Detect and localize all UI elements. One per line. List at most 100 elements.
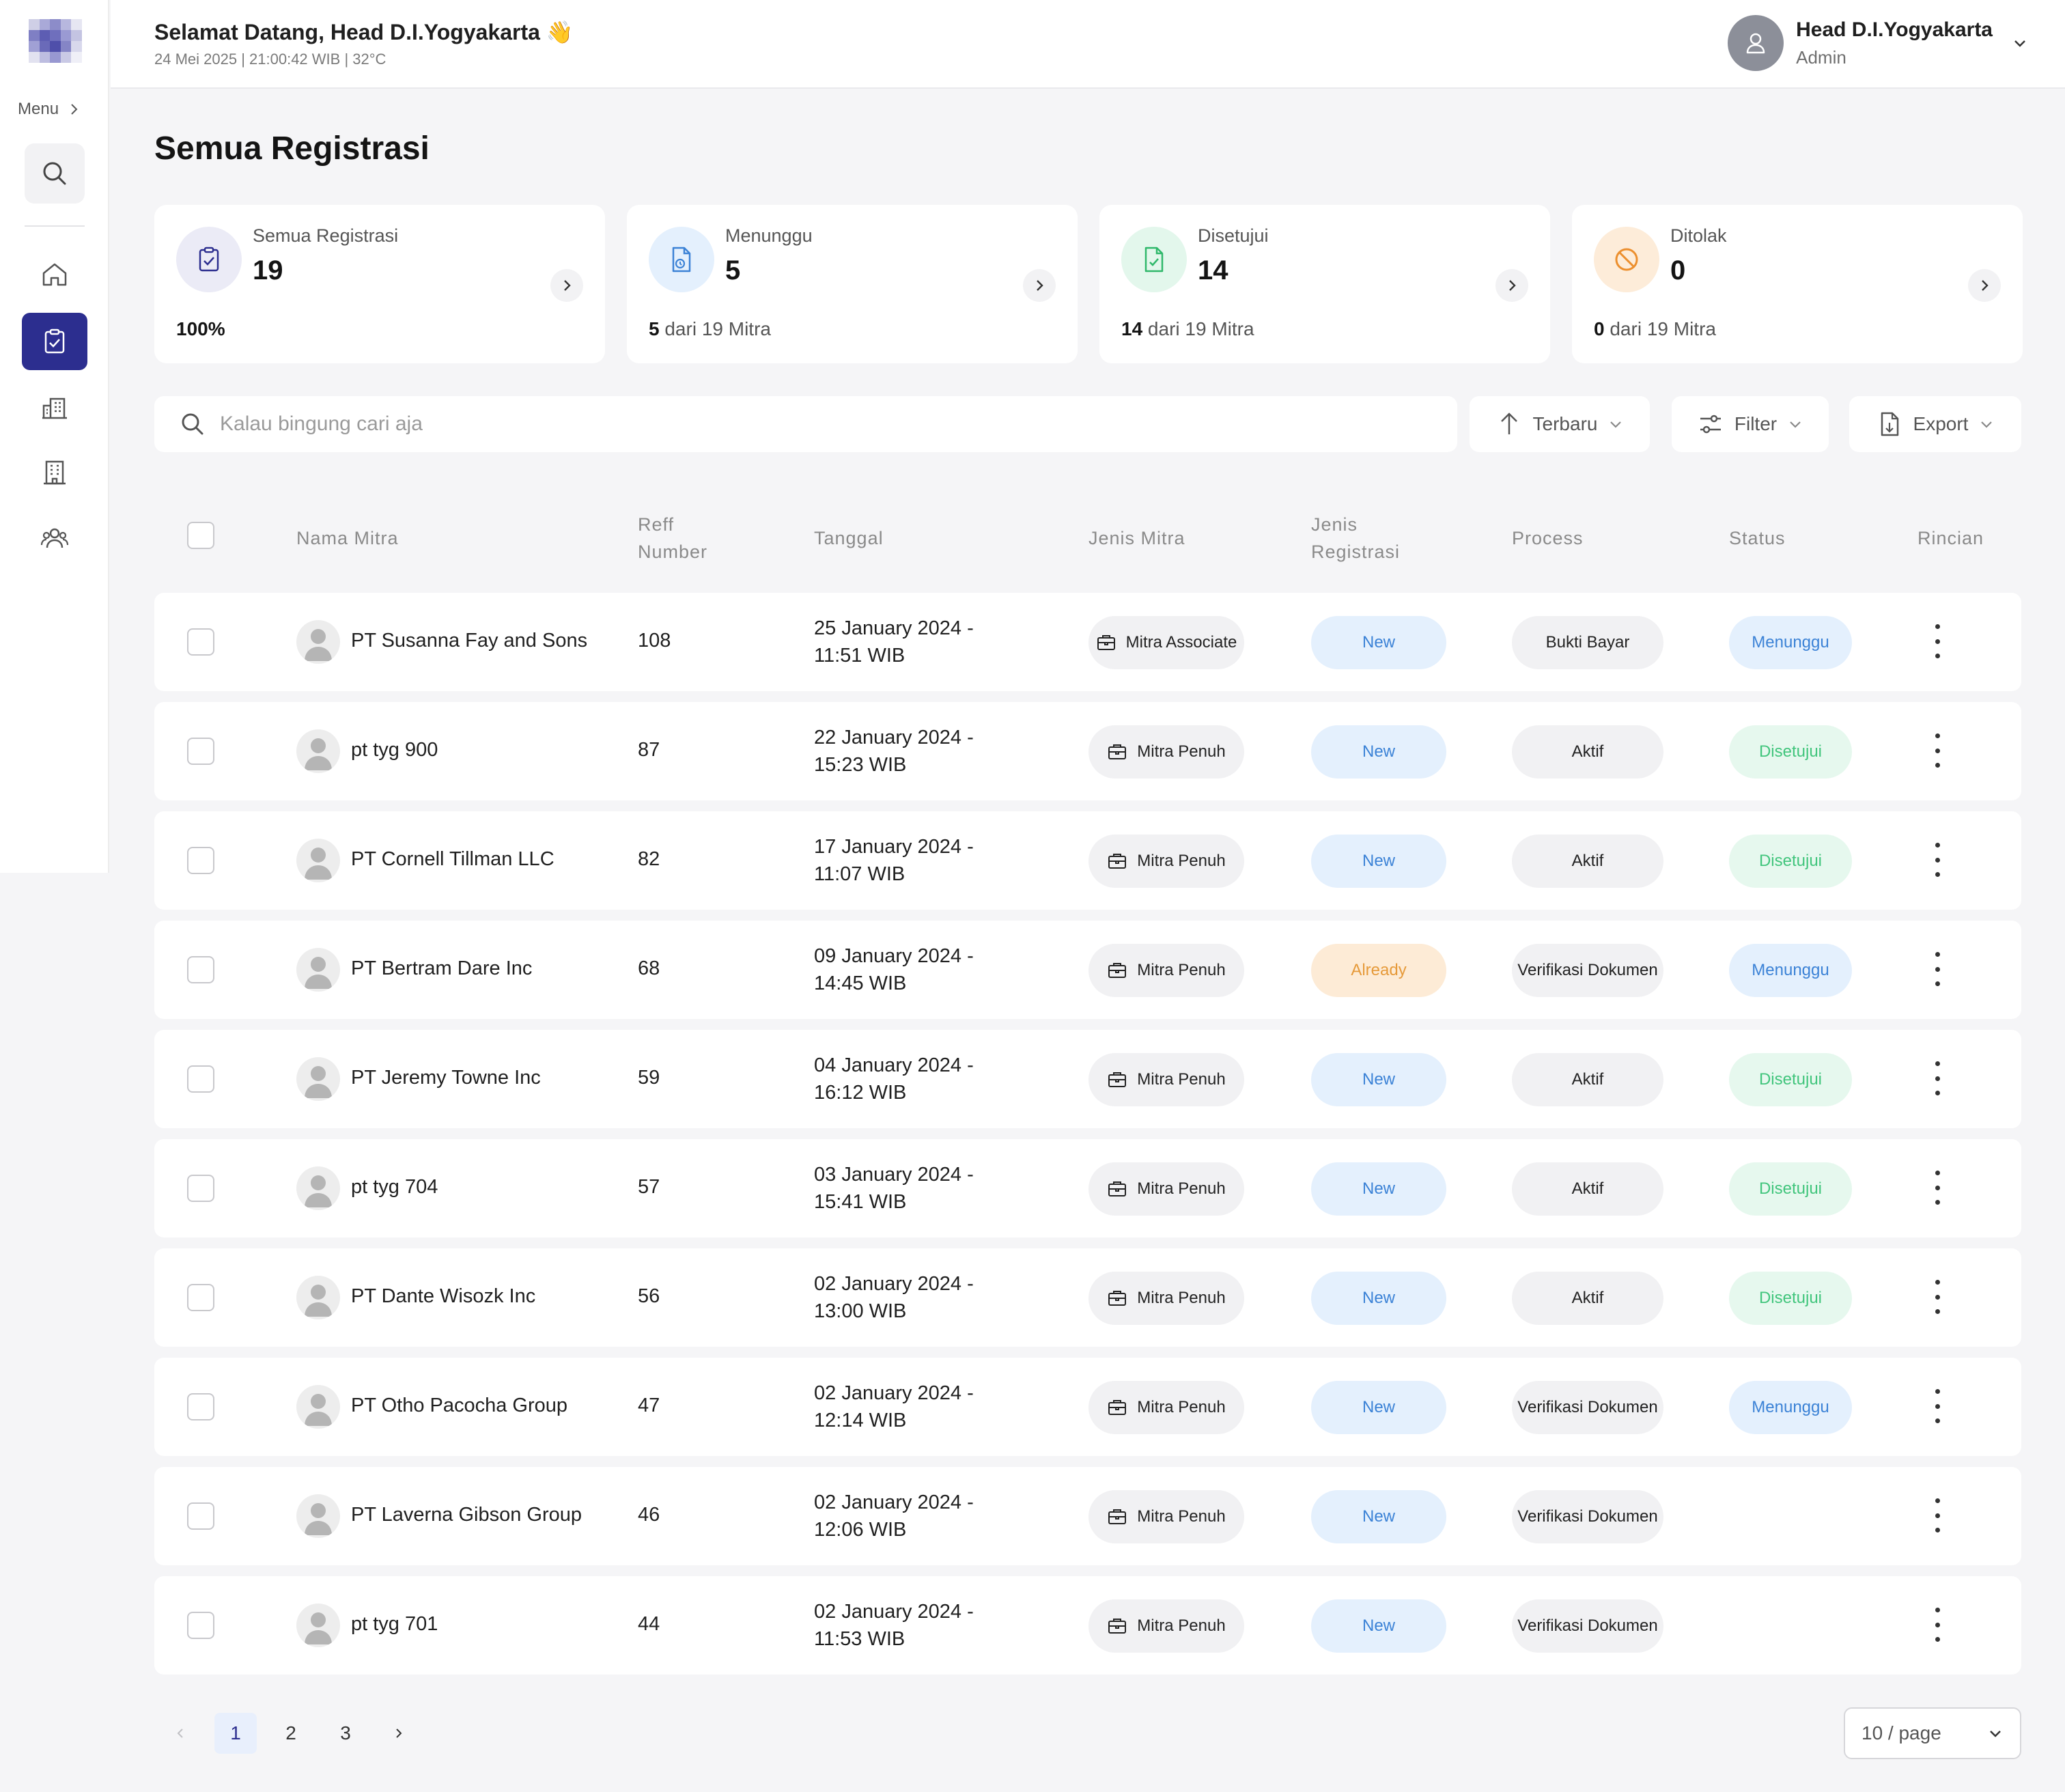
stat-label: Menunggu [725, 225, 813, 246]
row-checkbox[interactable] [187, 738, 214, 765]
user-avatar-icon [305, 848, 332, 880]
row-checkbox[interactable] [187, 1175, 214, 1202]
sidebar-item-home[interactable] [25, 244, 85, 305]
header-nama-mitra[interactable]: Nama Mitra [296, 524, 399, 552]
more-actions-icon[interactable] [1927, 1498, 1948, 1532]
mitra-name: PT Cornell Tillman LLC [351, 848, 554, 870]
header-jenis-registrasi[interactable]: Jenis Registrasi [1311, 511, 1400, 565]
header-jenis-mitra[interactable]: Jenis Mitra [1088, 524, 1185, 552]
chevron-left-icon [177, 1728, 183, 1738]
row-checkbox[interactable] [187, 1612, 214, 1639]
avatar [296, 1276, 340, 1319]
table-row[interactable]: PT Susanna Fay and Sons 108 25 January 2… [154, 593, 2021, 691]
row-checkbox[interactable] [187, 628, 214, 656]
header-reff-number[interactable]: Reff Number [638, 511, 707, 565]
stat-footnote: 100% [176, 318, 225, 340]
sidebar-item-office[interactable] [25, 443, 85, 503]
more-actions-icon[interactable] [1927, 1061, 1948, 1095]
stat-foot-count: 0 [1594, 318, 1605, 339]
date-line: 02 January 2024 - [814, 1382, 974, 1404]
sidebar: Menu [0, 0, 109, 873]
row-checkbox[interactable] [187, 1502, 214, 1530]
row-checkbox[interactable] [187, 956, 214, 983]
process-badge: Aktif [1512, 725, 1663, 779]
header-jenis-line1: Jenis [1311, 514, 1358, 535]
stat-card-ditolak[interactable]: Ditolak 0 0 dari 19 Mitra [1572, 205, 2023, 363]
menu-toggle[interactable]: Menu [18, 100, 81, 119]
table-row[interactable]: PT Dante Wisozk Inc 56 02 January 2024 -… [154, 1248, 2021, 1347]
jenis-registrasi-badge: New [1311, 1490, 1446, 1543]
app-logo[interactable] [29, 19, 82, 63]
row-checkbox[interactable] [187, 1065, 214, 1093]
stat-card-semua-registrasi[interactable]: Semua Registrasi 19 100% [154, 205, 605, 363]
table-row[interactable]: pt tyg 701 44 02 January 2024 - 11:53 WI… [154, 1576, 2021, 1675]
pagination-next[interactable] [387, 1713, 411, 1754]
row-checkbox[interactable] [187, 1393, 214, 1420]
pagination-prev[interactable] [168, 1713, 193, 1754]
filter-label: Filter [1734, 413, 1778, 434]
stat-label: Disetujui [1198, 225, 1269, 246]
sidebar-item-search[interactable] [25, 143, 85, 204]
table-row[interactable]: pt tyg 900 87 22 January 2024 - 15:23 WI… [154, 702, 2021, 800]
header-tanggal[interactable]: Tanggal [814, 524, 884, 552]
logo-tile [71, 52, 82, 63]
stat-detail-button[interactable] [550, 269, 583, 302]
jenis-registrasi-badge: New [1311, 1599, 1446, 1653]
table-row[interactable]: pt tyg 704 57 03 January 2024 - 15:41 WI… [154, 1139, 2021, 1237]
table-row[interactable]: PT Jeremy Towne Inc 59 04 January 2024 -… [154, 1030, 2021, 1128]
select-all-checkbox[interactable] [187, 522, 214, 549]
filter-button[interactable]: Filter [1672, 396, 1829, 452]
briefcase-icon [1108, 1072, 1127, 1087]
reff-number: 108 [638, 630, 671, 652]
stat-detail-button[interactable] [1023, 269, 1056, 302]
avatar [296, 1166, 340, 1210]
pagination-page-1[interactable]: 1 [214, 1713, 257, 1754]
sidebar-item-registrasi[interactable] [22, 313, 87, 370]
jenis-mitra-badge: Mitra Penuh [1088, 835, 1244, 888]
chevron-down-icon[interactable] [2010, 33, 2029, 53]
stat-card-menunggu[interactable]: Menunggu 5 5 dari 19 Mitra [627, 205, 1078, 363]
row-checkbox[interactable] [187, 1284, 214, 1311]
table-row[interactable]: PT Bertram Dare Inc 68 09 January 2024 -… [154, 921, 2021, 1019]
search-bar[interactable] [154, 396, 1457, 452]
chevron-right-icon [564, 280, 571, 291]
more-actions-icon[interactable] [1927, 1608, 1948, 1642]
export-button[interactable]: Export [1849, 396, 2021, 452]
arrow-up-icon [1500, 412, 1517, 434]
search-input[interactable] [220, 412, 1381, 436]
row-checkbox[interactable] [187, 847, 214, 874]
sidebar-item-buildings[interactable] [25, 377, 85, 437]
sort-button[interactable]: Terbaru [1470, 396, 1650, 452]
sidebar-item-users[interactable] [25, 508, 85, 568]
user-avatar-icon [305, 957, 332, 989]
jenis-mitra-badge: Mitra Associate [1088, 616, 1244, 669]
chevron-down-icon [1981, 421, 1993, 428]
header-process[interactable]: Process [1512, 524, 1584, 552]
registration-date: 03 January 2024 - 15:41 WIB [814, 1161, 974, 1216]
reff-number: 68 [638, 957, 660, 979]
table-row[interactable]: PT Laverna Gibson Group 46 02 January 20… [154, 1467, 2021, 1565]
header-status[interactable]: Status [1729, 524, 1786, 552]
stat-card-disetujui[interactable]: Disetujui 14 14 dari 19 Mitra [1099, 205, 1550, 363]
pagination-page-3[interactable]: 3 [325, 1713, 366, 1754]
profile-menu[interactable]: Head D.I.Yogyakarta Admin [1728, 15, 2029, 71]
more-actions-icon[interactable] [1927, 843, 1948, 877]
more-actions-icon[interactable] [1927, 1171, 1948, 1205]
avatar [296, 839, 340, 882]
date-line: 02 January 2024 - [814, 1273, 974, 1295]
table-row[interactable]: PT Otho Pacocha Group 47 02 January 2024… [154, 1358, 2021, 1456]
more-actions-icon[interactable] [1927, 733, 1948, 768]
profile-role: Admin [1796, 46, 1846, 68]
more-actions-icon[interactable] [1927, 624, 1948, 658]
pagination-page-2[interactable]: 2 [270, 1713, 311, 1754]
stat-value: 19 [253, 255, 283, 285]
table-row[interactable]: PT Cornell Tillman LLC 82 17 January 202… [154, 811, 2021, 910]
page-size-select[interactable]: 10 / page [1844, 1707, 2021, 1759]
stat-detail-button[interactable] [1968, 269, 2001, 302]
jenis-mitra-badge: Mitra Penuh [1088, 1599, 1244, 1653]
more-actions-icon[interactable] [1927, 952, 1948, 986]
mitra-name: PT Susanna Fay and Sons [351, 630, 588, 652]
more-actions-icon[interactable] [1927, 1280, 1948, 1314]
more-actions-icon[interactable] [1927, 1389, 1948, 1423]
stat-detail-button[interactable] [1495, 269, 1528, 302]
